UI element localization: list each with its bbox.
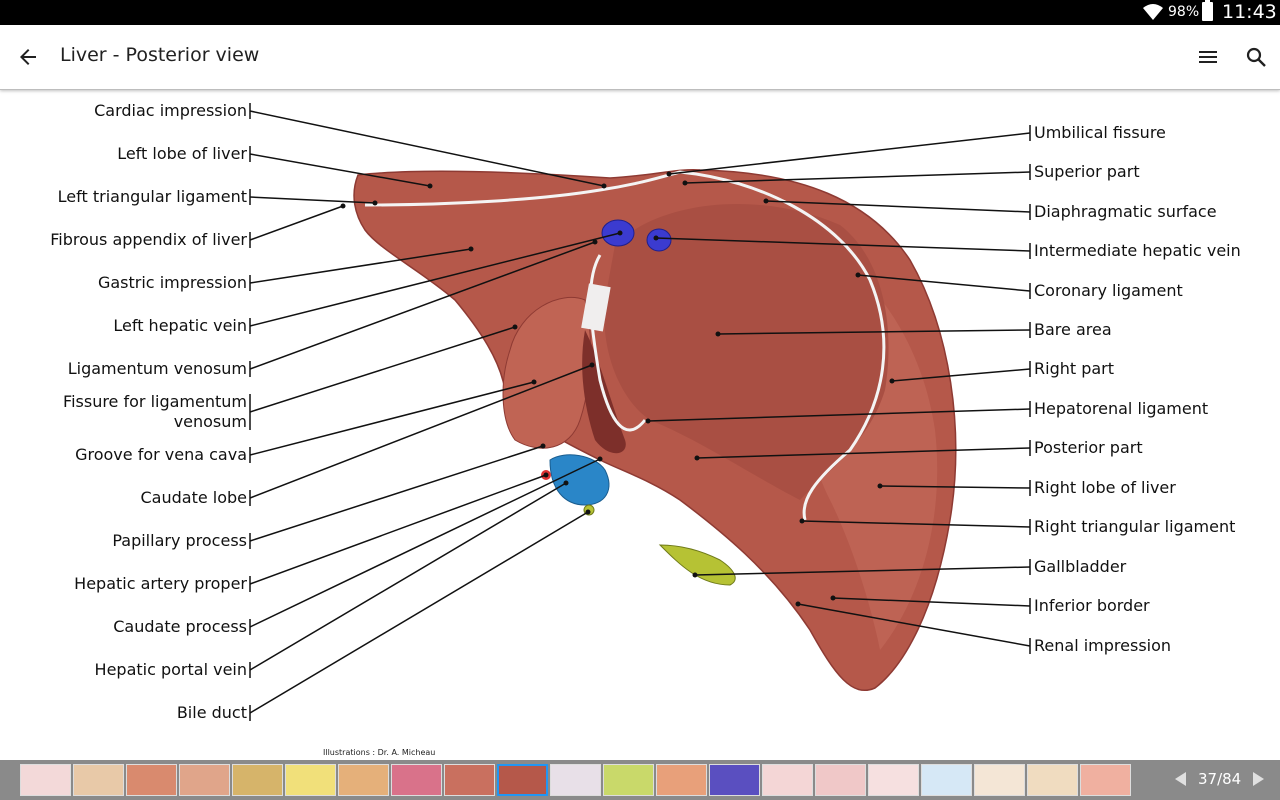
prev-page-icon[interactable]	[1175, 772, 1186, 786]
label-cardiac-impression[interactable]: Cardiac impression	[94, 101, 247, 120]
thumbnail[interactable]	[20, 764, 71, 796]
label-superior-part[interactable]: Superior part	[1034, 162, 1140, 181]
gallbladder-shape	[658, 544, 736, 586]
label-right-triangular-ligament[interactable]: Right triangular ligament	[1034, 517, 1235, 536]
label-caudate-process[interactable]: Caudate process	[113, 617, 247, 636]
label-gastric-impression[interactable]: Gastric impression	[98, 273, 247, 292]
back-arrow-icon[interactable]	[16, 45, 40, 69]
thumbnail[interactable]	[338, 764, 389, 796]
thumbnail[interactable]	[73, 764, 124, 796]
label-umbilical-fissure[interactable]: Umbilical fissure	[1034, 123, 1166, 142]
thumbnail[interactable]	[285, 764, 336, 796]
clock: 11:43	[1222, 1, 1277, 23]
thumbnail[interactable]	[1080, 764, 1131, 796]
menu-icon[interactable]	[1196, 45, 1220, 69]
next-page-icon[interactable]	[1253, 772, 1264, 786]
thumbnail[interactable]	[232, 764, 283, 796]
label-hepatorenal-ligament[interactable]: Hepatorenal ligament	[1034, 399, 1208, 418]
label-left-lobe-of-liver[interactable]: Left lobe of liver	[117, 144, 247, 163]
thumbnail[interactable]	[815, 764, 866, 796]
illustration-credit: Illustrations : Dr. A. Micheau	[323, 748, 436, 757]
thumbnail[interactable]	[179, 764, 230, 796]
page-counter: 37/84	[1198, 770, 1242, 788]
label-groove-vena-cava[interactable]: Groove for vena cava	[75, 445, 247, 464]
thumbnail[interactable]	[550, 764, 601, 796]
portal-vein-shape	[549, 454, 610, 506]
thumbnail-active[interactable]	[497, 764, 548, 796]
intermediate-hepatic-vein-shape	[646, 228, 672, 252]
label-gallbladder[interactable]: Gallbladder	[1034, 557, 1126, 576]
thumbnail[interactable]	[709, 764, 760, 796]
label-bare-area[interactable]: Bare area	[1034, 320, 1112, 339]
thumbnail[interactable]	[391, 764, 442, 796]
page-title: Liver - Posterior view	[60, 44, 260, 66]
label-fibrous-appendix[interactable]: Fibrous appendix of liver	[50, 230, 247, 249]
thumbnail[interactable]	[868, 764, 919, 796]
search-icon[interactable]	[1244, 45, 1268, 69]
label-right-part[interactable]: Right part	[1034, 359, 1114, 378]
thumbnail[interactable]	[1027, 764, 1078, 796]
battery-percent: 98%	[1168, 4, 1200, 20]
thumbnail[interactable]	[444, 764, 495, 796]
thumbnail[interactable]	[656, 764, 707, 796]
battery-icon	[1202, 0, 1213, 21]
thumbnail[interactable]	[762, 764, 813, 796]
label-hepatic-portal-vein[interactable]: Hepatic portal vein	[95, 660, 247, 679]
thumbnail[interactable]	[974, 764, 1025, 796]
label-right-lobe-of-liver[interactable]: Right lobe of liver	[1034, 478, 1176, 497]
pager: 37/84	[1175, 770, 1275, 790]
label-fissure-ligamentum-line2[interactable]: venosum	[174, 412, 247, 431]
label-bile-duct[interactable]: Bile duct	[177, 703, 247, 722]
status-bar: 98% 11:43	[0, 0, 1280, 25]
label-posterior-part[interactable]: Posterior part	[1034, 438, 1143, 457]
label-hepatic-artery-proper[interactable]: Hepatic artery proper	[74, 574, 247, 593]
thumbnail-strip	[0, 760, 1280, 800]
label-left-triangular-ligament[interactable]: Left triangular ligament	[58, 187, 247, 206]
label-caudate-lobe[interactable]: Caudate lobe	[140, 488, 247, 507]
label-papillary-process[interactable]: Papillary process	[112, 531, 247, 550]
label-diaphragmatic-surface[interactable]: Diaphragmatic surface	[1034, 202, 1217, 221]
wifi-icon	[1143, 4, 1163, 20]
label-fissure-ligamentum-line1[interactable]: Fissure for ligamentum	[63, 392, 247, 411]
label-renal-impression[interactable]: Renal impression	[1034, 636, 1171, 655]
thumbnail[interactable]	[126, 764, 177, 796]
label-left-hepatic-vein[interactable]: Left hepatic vein	[113, 316, 247, 335]
label-ligamentum-venosum[interactable]: Ligamentum venosum	[68, 359, 247, 378]
thumbnail[interactable]	[603, 764, 654, 796]
label-inferior-border[interactable]: Inferior border	[1034, 596, 1150, 615]
app-bar: Liver - Posterior view	[0, 25, 1280, 90]
label-intermediate-hepatic-vein[interactable]: Intermediate hepatic vein	[1034, 241, 1241, 260]
thumbnail[interactable]	[921, 764, 972, 796]
label-coronary-ligament[interactable]: Coronary ligament	[1034, 281, 1183, 300]
